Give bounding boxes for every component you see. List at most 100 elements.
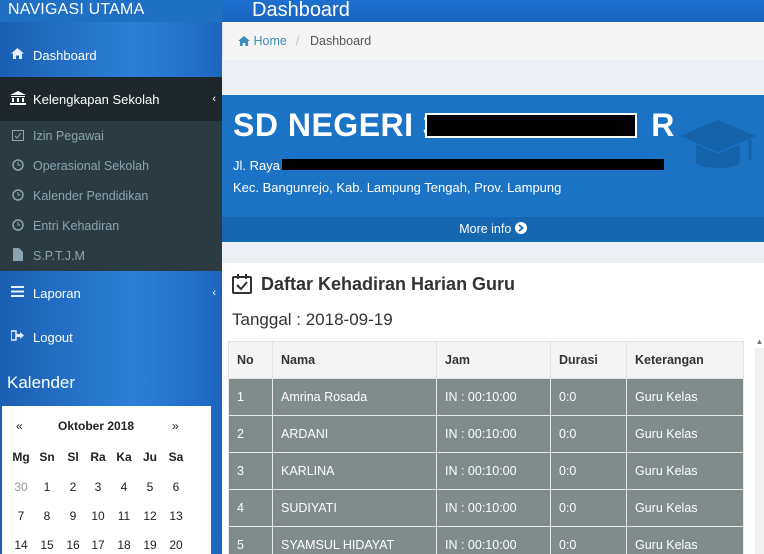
calendar-weekday: Ka [116,450,132,464]
calendar-day[interactable]: 7 [9,509,33,523]
page-title: Dashboard [222,0,764,22]
cell-jam: IN : 00:10:00 [436,415,551,453]
attendance-title: Daftar Kehadiran Harian Guru [261,274,516,294]
calendar-month-label: Oktober 2018 [58,419,135,433]
calendar-day[interactable]: 1 [35,480,59,494]
calendar-widget: « Oktober 2018 » Mg Sn Sl Ra Ka Ju Sa 30 1 2 3 4 5 6 7… [2,406,211,554]
table-row: 5 SYAMSUL HIDAYAT IN : 00:10:00 0:0 Guru Kel… [228,526,744,554]
sidebar-item-operasional[interactable]: Operasional Sekolah [0,156,222,176]
calendar-day[interactable]: 12 [138,509,162,523]
col-header-nama: Nama [272,341,437,379]
table-row: 4 SUDIYATI IN : 00:10:00 0:0 Guru Kelas [228,489,744,527]
cell-no: 2 [228,415,273,453]
sidebar-item-kelengkapan[interactable]: Kelengkapan Sekolah ‹ [0,77,222,121]
home-icon [238,36,250,46]
calendar-check-icon [232,274,252,294]
sidebar-item-sptjm[interactable]: S.P.T.J.M [0,246,222,266]
sidebar-item-logout[interactable]: Logout [0,326,222,348]
col-header-no: No [228,341,273,379]
cell-jam: IN : 00:10:00 [436,526,551,554]
cell-nama: KARLINA [272,452,437,490]
calendar-day[interactable]: 16 [61,538,85,552]
calendar-day[interactable]: 6 [164,480,188,494]
sidebar-item-laporan[interactable]: Laporan ‹ [0,282,222,304]
cell-jam: IN : 00:10:00 [436,452,551,490]
calendar-day[interactable]: 11 [112,509,136,523]
calendar-weekday: Ju [142,450,157,464]
cell-durasi: 0:0 [550,378,627,416]
school-info-box: SD NEGERI 3R Jl. Raya3 Kec. Bangunrejo, … [222,95,764,242]
redaction-bar [425,113,637,138]
cell-keterangan: Guru Kelas [626,489,744,527]
more-info-link[interactable]: More info [222,217,764,242]
calendar-next-button[interactable]: » [172,419,179,433]
calendar-day[interactable]: 15 [35,538,59,552]
chevron-left-icon: ‹ [212,287,216,299]
sub-label: Izin Pegawai [33,129,104,143]
home-icon [10,48,24,62]
scrollbar-up-arrow[interactable]: ▲ [755,337,764,347]
calendar-day[interactable]: 30 [9,480,33,494]
sub-label: S.P.T.J.M [33,249,85,263]
redaction-bar [282,159,664,170]
breadcrumb-home[interactable]: Home [238,34,287,48]
col-header-durasi: Durasi [550,341,627,379]
calendar-day[interactable]: 17 [86,538,110,552]
cell-jam: IN : 00:10:00 [436,378,551,416]
more-info-label: More info [459,222,512,236]
cell-durasi: 0:0 [550,415,627,453]
graduation-cap-icon [680,120,756,168]
calendar-day[interactable]: 14 [9,538,33,552]
sidebar-item-izin-pegawai[interactable]: Izin Pegawai [0,126,222,146]
calendar-day[interactable]: 19 [138,538,162,552]
cell-jam: IN : 00:10:00 [436,489,551,527]
breadcrumb-separator: / [296,34,300,48]
calendar-day[interactable]: 10 [86,509,110,523]
arrow-circle-right-icon [514,222,527,234]
calendar-day[interactable]: 20 [164,538,188,552]
cell-nama: SYAMSUL HIDAYAT [272,526,437,554]
calendar-day[interactable]: 13 [164,509,188,523]
school-name-end: R [651,107,675,143]
breadcrumb-current: Dashboard [310,34,372,48]
list-icon [10,286,24,300]
cell-keterangan: Guru Kelas [626,378,744,416]
sub-label: Kalender Pendidikan [33,189,149,203]
clock-icon [11,158,25,174]
cell-keterangan: Guru Kelas [626,415,744,453]
cell-no: 4 [228,489,273,527]
cell-durasi: 0:0 [550,526,627,554]
calendar-day[interactable]: 18 [112,538,136,552]
clock-icon [11,188,25,204]
calendar-day[interactable]: 5 [138,480,162,494]
calendar-day[interactable]: 4 [112,480,136,494]
col-header-keterangan: Keterangan [626,341,744,379]
attendance-date: Tanggal : 2018-09-19 [232,310,393,329]
calendar-day[interactable]: 3 [86,480,110,494]
sidebar-item-label: Dashboard [33,47,97,63]
calendar-day[interactable]: 9 [61,509,85,523]
cell-durasi: 0:0 [550,452,627,490]
sidebar-item-dashboard[interactable]: Dashboard [0,44,222,66]
nav-title: NAVIGASI UTAMA [0,0,222,22]
calendar-day[interactable]: 2 [61,480,85,494]
sidebar-item-entri-kehadiran[interactable]: Entri Kehadiran [0,216,222,236]
sidebar-item-kalender-pendidikan[interactable]: Kalender Pendidikan [0,186,222,206]
bank-icon [10,90,26,108]
address-start: Jl. Raya [233,158,280,173]
sub-label: Operasional Sekolah [33,159,150,173]
breadcrumb-home-label: Home [253,34,287,48]
sign-out-icon [9,330,24,344]
calendar-weekday: Mg [12,450,30,464]
scrollbar-track[interactable] [755,348,764,554]
calendar-weekday: Sa [168,450,184,464]
school-address-line2: Kec. Bangunrejo, Kab. Lampung Tengah, Pr… [233,180,562,195]
sidebar-item-label: Laporan [33,285,81,301]
cell-no: 1 [228,378,273,416]
calendar-day[interactable]: 8 [35,509,59,523]
calendar-weekday: Sn [39,450,55,464]
cell-keterangan: Guru Kelas [626,526,744,554]
school-name-start: SD NEGERI 3 [233,107,442,143]
sub-label: Entri Kehadiran [33,219,120,233]
calendar-prev-button[interactable]: « [16,419,23,433]
